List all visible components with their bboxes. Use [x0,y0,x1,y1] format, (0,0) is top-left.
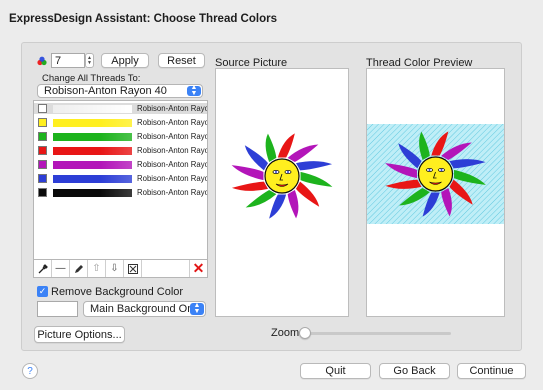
sun-image [231,133,333,219]
thread-label: Robison-Anton Rayon 40 22 [137,160,207,169]
window-title: ExpressDesign Assistant: Choose Thread C… [9,13,277,25]
sun-ray [265,133,277,163]
thread-label: Robison-Anton Rayon 40 26 [137,174,207,183]
apply-button[interactable]: Apply [101,53,149,68]
sun-ray [399,187,430,206]
sun-ray [231,165,264,181]
continue-button[interactable]: Continue [457,363,526,379]
thread-row[interactable]: Robison-Anton Rayon 40 23 [34,145,207,156]
color-count-field[interactable]: 7 [51,53,85,68]
thread-toolbar: — ⇧ ⇩ ✕ [33,260,208,278]
thread-color-bar [53,160,132,169]
arrow-up-icon[interactable]: ⇧ [88,260,106,277]
sun-pupil [275,171,277,173]
sun-ray [287,189,299,219]
chevron-updown-icon: ▲ ▼ [190,302,204,315]
thread-color-bar [53,104,132,113]
thread-color-bar [53,174,132,183]
thread-row[interactable]: Robison-Anton Rayon 40 26 [34,173,207,184]
thread-swatch[interactable] [38,104,47,113]
thread-row[interactable]: Robison-Anton Rayon 40 25 [34,131,207,142]
sun-ray [277,133,295,158]
thread-swatch[interactable] [38,118,47,127]
chevron-updown-icon: ▲ ▼ [187,84,201,97]
source-picture-panel [215,68,349,317]
thread-label: Robison-Anton Rayon 40 23 [137,104,207,113]
thread-swatch[interactable] [38,160,47,169]
sun-ray [244,145,269,171]
go-back-button[interactable]: Go Back [379,363,450,379]
sun-ray [245,189,277,208]
background-mode-value: Main Background Only [90,303,202,315]
question-icon: ? [27,365,33,377]
thread-color-bar [53,118,132,127]
thread-row[interactable]: Robison-Anton Rayon 40 22 [34,187,207,198]
thread-swatch[interactable] [38,188,47,197]
zoom-slider-knob[interactable] [299,327,311,339]
color-count-stepper[interactable]: ▲ ▼ [85,53,94,68]
remove-background-label: Remove Background Color [51,286,184,298]
pencil-icon[interactable] [70,260,88,277]
sun-ray [385,179,422,189]
sun-ray [449,179,473,205]
sun-ray [441,142,472,161]
sun-ray [287,144,319,163]
thread-list[interactable]: Robison-Anton Rayon 40 23 Robison-Anton R… [33,100,208,260]
thread-label: Robison-Anton Rayon 40 22 [137,188,207,197]
background-color-well[interactable] [37,301,78,317]
eyedropper-icon[interactable] [34,260,52,277]
thread-type-value: Robison-Anton Rayon 40 [44,85,167,97]
delete-icon[interactable]: ✕ [189,260,207,277]
sun-face [264,158,300,194]
sun-ray [422,192,440,217]
thread-label: Robison-Anton Rayon 40 23 [137,118,207,127]
sun-ray [441,187,452,217]
help-button[interactable]: ? [22,363,38,379]
thread-label: Robison-Anton Rayon 40 23 [137,146,207,155]
sun-ray [269,194,287,219]
zoom-label: Zoom [271,327,300,339]
thread-row[interactable]: Robison-Anton Rayon 40 23 [34,103,207,114]
thread-swatch[interactable] [38,174,47,183]
sun-face [417,156,454,192]
sun-ray [398,143,422,169]
colors-icon [37,56,47,66]
thread-row[interactable]: Robison-Anton Rayon 40 23 [34,117,207,128]
merge-icon[interactable] [124,260,142,277]
sun-ray [449,159,486,169]
sun-ray [300,171,333,187]
thread-color-bar [53,146,132,155]
thread-color-bar [53,132,132,141]
minus-icon[interactable]: — [52,260,70,277]
thread-swatch[interactable] [38,146,47,155]
picture-options-button[interactable]: Picture Options... [34,326,125,343]
sun-pupil [440,169,443,171]
sun-pupil [428,169,431,171]
thread-row[interactable]: Robison-Anton Rayon 40 22 [34,159,207,170]
sun-pupil [287,171,289,173]
quit-button[interactable]: Quit [300,363,371,379]
sun-ray [295,161,333,171]
sun-ray [431,131,449,156]
remove-background-checkbox[interactable]: ✓ [37,286,48,297]
sun-ray [419,131,430,161]
sun-ray [454,169,486,185]
sun-ray [295,181,320,207]
sun-ray [231,181,269,191]
thread-type-select[interactable]: Robison-Anton Rayon 40 ▲ ▼ [37,84,203,98]
reset-button[interactable]: Reset [158,53,205,68]
sun-preview-image [385,131,486,217]
thread-label: Robison-Anton Rayon 40 25 [137,132,207,141]
sun-ray [385,163,417,179]
zoom-track [301,332,451,335]
background-mode-select[interactable]: Main Background Only ▲ ▼ [83,301,206,317]
thread-preview-panel [366,68,505,317]
thread-swatch[interactable] [38,132,47,141]
thread-color-bar [53,188,132,197]
arrow-down-icon[interactable]: ⇩ [106,260,124,277]
change-all-label: Change All Threads To: [42,73,141,84]
